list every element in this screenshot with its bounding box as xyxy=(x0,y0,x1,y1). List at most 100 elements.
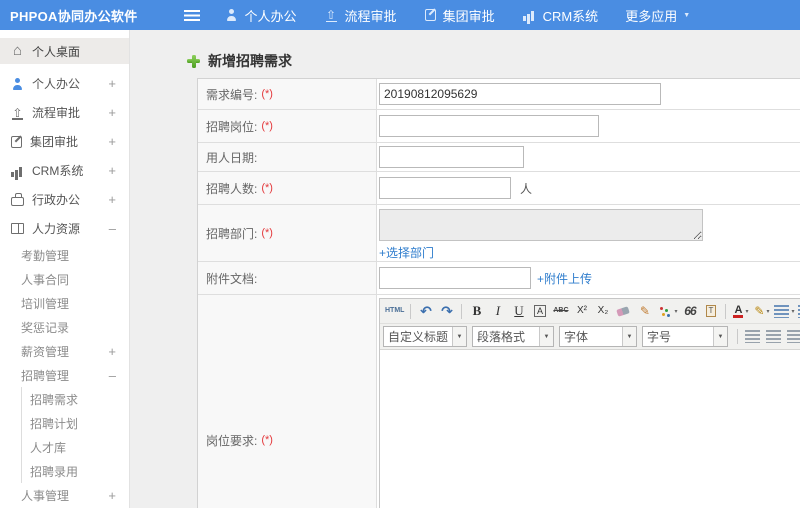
nav-crm-system[interactable]: CRM系统 xyxy=(522,6,598,25)
sidebar-item-salary-mgmt[interactable]: 薪资管理 + xyxy=(0,339,129,363)
chevron-down-icon: ▾ xyxy=(745,308,749,315)
sidebar-item-group-approval[interactable]: 集团审批 + xyxy=(0,127,129,156)
expand-toggle[interactable]: + xyxy=(108,163,116,178)
hamburger-menu-icon[interactable] xyxy=(183,9,200,21)
sidebar-item-training-mgmt[interactable]: 培训管理 xyxy=(0,291,129,315)
page-title-row: 新增招聘需求 xyxy=(130,30,800,71)
paste-text-button[interactable]: T xyxy=(701,301,720,321)
chevron-down-icon: ▾ xyxy=(766,308,770,315)
chart-icon xyxy=(522,8,537,22)
field-label: 用人日期: xyxy=(206,150,258,165)
form-row-hire-date: 用人日期: xyxy=(198,143,800,172)
strikethrough-button[interactable]: ABC xyxy=(551,301,570,321)
font-color-button[interactable]: A ▾ xyxy=(731,301,750,321)
align-icon xyxy=(787,330,800,343)
italic-button[interactable]: I xyxy=(488,301,507,321)
field-label: 招聘人数: xyxy=(206,181,258,196)
sidebar-item-admin-office[interactable]: 行政办公 + xyxy=(0,185,129,214)
editor-content-area[interactable] xyxy=(380,350,800,508)
sidebar-item-recruit-plan[interactable]: 招聘计划 xyxy=(0,411,129,435)
add-plus-icon xyxy=(187,54,200,68)
edit-icon xyxy=(424,8,437,22)
expand-toggle[interactable]: + xyxy=(108,134,116,149)
chevron-down-icon: ▼ xyxy=(622,327,636,346)
custom-title-select[interactable]: 自定义标题 ▼ xyxy=(383,326,467,347)
font-family-select[interactable]: 字体 ▼ xyxy=(559,326,637,347)
recruit-department-textarea[interactable] xyxy=(379,209,703,241)
expand-toggle[interactable]: + xyxy=(108,192,116,207)
edit-icon xyxy=(10,135,23,149)
expand-toggle[interactable]: + xyxy=(108,105,116,120)
recruit-position-input[interactable] xyxy=(379,115,599,137)
attachment-input[interactable] xyxy=(379,267,531,289)
toolbar-separator xyxy=(461,303,463,319)
demand-number-input[interactable] xyxy=(379,83,661,105)
sidebar-item-personal-desktop[interactable]: 个人桌面 xyxy=(0,38,129,64)
sidebar-item-talent-pool[interactable]: 人才库 xyxy=(0,435,129,459)
chevron-down-icon: ▾ xyxy=(674,308,678,315)
bold-button[interactable]: B xyxy=(467,301,486,321)
source-code-button[interactable]: HTML xyxy=(384,301,405,321)
sidebar-item-workflow-approval[interactable]: 流程审批 + xyxy=(0,98,129,127)
nav-personal-office[interactable]: 个人办公 xyxy=(224,6,297,25)
align-right-button[interactable] xyxy=(785,327,800,347)
redo-button[interactable]: ↷ xyxy=(437,301,456,321)
sidebar-item-personnel-mgmt[interactable]: 人事管理 + xyxy=(0,483,129,507)
font-size-select[interactable]: 字号 ▼ xyxy=(642,326,728,347)
expand-toggle[interactable]: + xyxy=(108,488,116,503)
nav-group-approval[interactable]: 集团审批 xyxy=(424,6,495,25)
expand-toggle[interactable]: – xyxy=(109,368,116,383)
expand-toggle[interactable]: + xyxy=(108,344,116,359)
sidebar-item-attendance-mgmt[interactable]: 考勤管理 xyxy=(0,243,129,267)
required-mark: (*) xyxy=(261,120,273,132)
blockquote-button[interactable]: 66 xyxy=(680,301,699,321)
text-box-button[interactable]: A xyxy=(530,301,549,321)
subscript-button[interactable]: X₂ xyxy=(593,301,612,321)
chevron-down-icon: ▼ xyxy=(452,327,466,346)
form-row-recruit-position: 招聘岗位: (*) xyxy=(198,110,800,143)
home-icon xyxy=(10,44,25,58)
align-left-button[interactable] xyxy=(743,327,762,347)
sidebar-item-recruit-demand[interactable]: 招聘需求 xyxy=(0,387,129,411)
format-brush-button[interactable]: ✎ xyxy=(635,301,654,321)
expand-toggle[interactable]: – xyxy=(109,221,116,236)
remove-format-button[interactable] xyxy=(614,301,633,321)
sidebar-item-recruit-mgmt[interactable]: 招聘管理 – xyxy=(0,363,129,387)
sidebar-item-recruit-hire[interactable]: 招聘录用 xyxy=(0,459,129,483)
upload-attachment-link[interactable]: +附件上传 xyxy=(537,270,592,287)
required-mark: (*) xyxy=(261,434,273,446)
chevron-down-icon: ▼ xyxy=(683,11,691,19)
color-spray-button[interactable]: ▾ xyxy=(656,301,678,321)
undo-button[interactable]: ↶ xyxy=(416,301,435,321)
toolbar-separator xyxy=(725,303,727,319)
spray-icon xyxy=(657,305,672,318)
nav-workflow-approval[interactable]: 流程审批 xyxy=(324,6,397,25)
share-icon xyxy=(324,8,339,22)
field-label: 招聘部门: xyxy=(206,226,258,241)
sidebar-item-crm-system[interactable]: CRM系统 + xyxy=(0,156,129,185)
highlight-color-button[interactable]: ✎ ▾ xyxy=(752,301,771,321)
select-department-link[interactable]: +选择部门 xyxy=(379,244,434,261)
sidebar-item-human-resources[interactable]: 人力资源 – xyxy=(0,214,129,243)
headcount-input[interactable] xyxy=(379,177,511,199)
paragraph-format-select[interactable]: 段落格式 ▼ xyxy=(472,326,554,347)
form-row-position-requirements: 岗位要求: (*) HTML ↶ ↷ B I U A ABC X² X₂ ✎ ▾… xyxy=(198,295,800,508)
expand-toggle[interactable]: + xyxy=(108,76,116,91)
align-icon xyxy=(766,330,781,343)
nav-more-apps[interactable]: 更多应用 ▼ xyxy=(625,6,690,25)
rich-text-editor: HTML ↶ ↷ B I U A ABC X² X₂ ✎ ▾ 66 T A ▾ … xyxy=(379,298,800,508)
sidebar-item-personal-office[interactable]: 个人办公 + xyxy=(0,69,129,98)
underline-button[interactable]: U xyxy=(509,301,528,321)
form-row-attachment: 附件文档: +附件上传 xyxy=(198,262,800,295)
sidebar-item-hr-contract[interactable]: 人事合同 xyxy=(0,267,129,291)
user-icon xyxy=(224,8,239,22)
superscript-button[interactable]: X² xyxy=(572,301,591,321)
app-brand: PHPOA协同办公软件 xyxy=(10,8,138,24)
hire-date-input[interactable] xyxy=(379,146,524,168)
ordered-list-button[interactable]: ▾ xyxy=(773,301,795,321)
sidebar-item-reward-punishment[interactable]: 奖惩记录 xyxy=(0,315,129,339)
book-icon xyxy=(10,222,25,236)
toolbar-separator xyxy=(410,303,412,319)
align-center-button[interactable] xyxy=(764,327,783,347)
field-label: 需求编号: xyxy=(206,87,258,102)
